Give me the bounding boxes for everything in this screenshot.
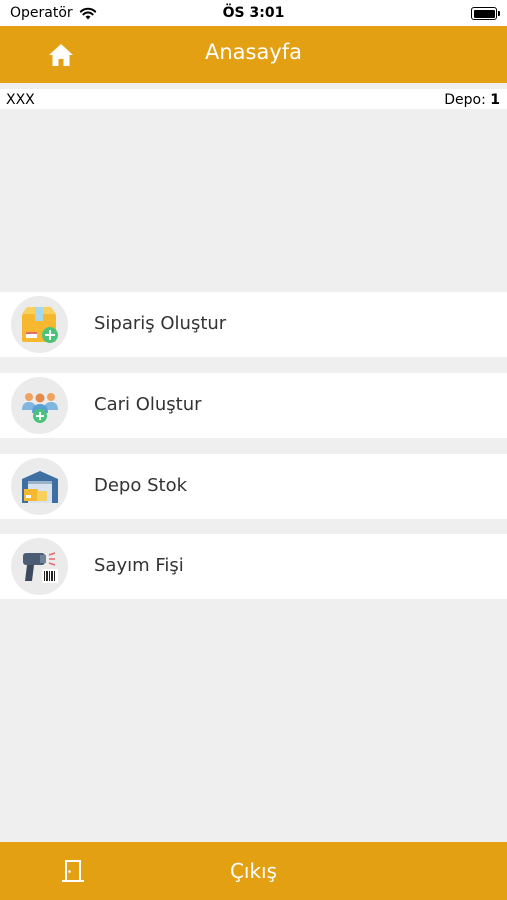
menu-item-cari-olustur[interactable]: Cari Oluştur [0,373,507,438]
exit-label[interactable]: Çıkış [0,859,507,883]
order-box-icon [11,296,68,353]
depo-value: 1 [490,92,500,108]
menu-item-sayim-fisi[interactable]: Sayım Fişi [0,534,507,599]
menu-item-label: Cari Oluştur [94,394,202,415]
menu-item-label: Depo Stok [94,475,188,496]
status-bar: Operatör ÖS 3:01 [0,0,507,26]
menu-item-label: Sayım Fişi [94,555,184,576]
info-bar: XXX Depo: 1 [0,89,507,109]
battery-icon [471,7,500,20]
depo-info: Depo: 1 [444,92,500,108]
add-people-icon [11,377,68,434]
footer-bar: Çıkış [0,842,507,900]
menu-item-label: Sipariş Oluştur [94,313,227,334]
menu-item-siparis-olustur[interactable]: Sipariş Oluştur [0,292,507,357]
user-label: XXX [6,92,35,108]
barcode-scanner-icon [11,538,68,595]
menu-item-depo-stok[interactable]: Depo Stok [0,454,507,519]
page-title: Anasayfa [204,40,303,64]
warehouse-icon [11,458,68,515]
header-bar: Anasayfa [0,26,507,83]
depo-label: Depo: [444,92,486,108]
status-time: ÖS 3:01 [222,5,285,21]
